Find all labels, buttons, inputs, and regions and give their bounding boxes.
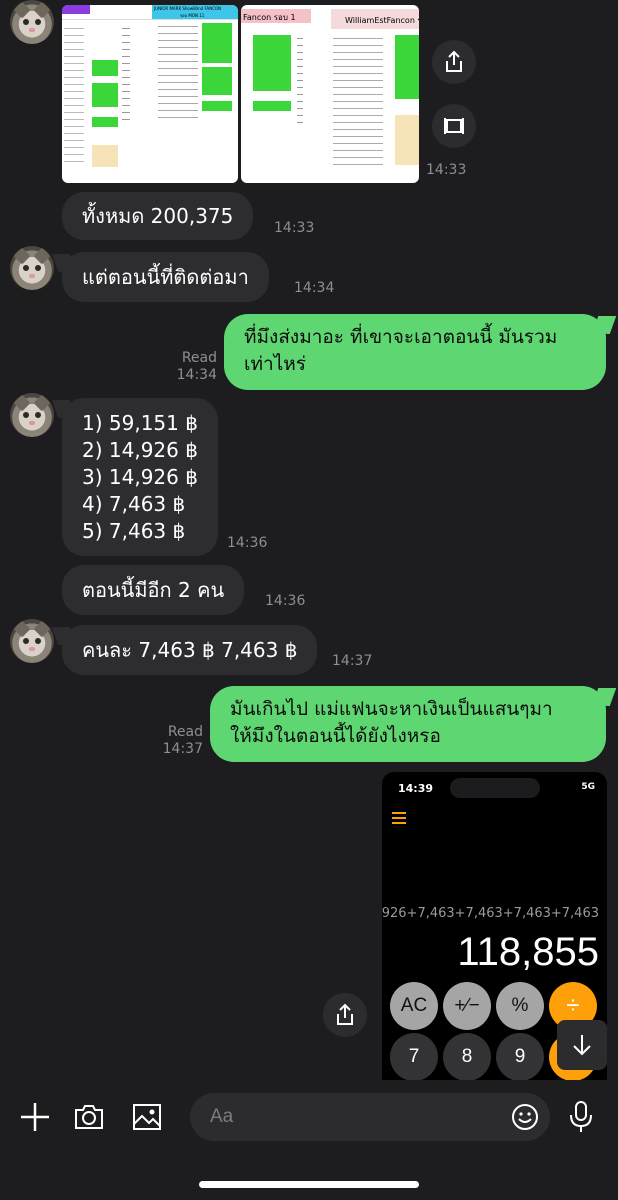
dynamic-island: [450, 778, 540, 798]
share-button[interactable]: [323, 993, 367, 1037]
avatar[interactable]: [10, 0, 54, 44]
list-icon: [392, 812, 406, 824]
input-bar: [0, 1080, 618, 1200]
list-item: 4) 7,463 ฿: [82, 491, 186, 516]
message-outgoing[interactable]: มันเกินไป แม่แฟนจะหาเงินเป็นแสนๆมา ให้มึ…: [210, 686, 606, 762]
spreadsheet-photo-1[interactable]: JUNIOR MARK ShowBlind FANCON รอบ MON 11: [62, 5, 238, 183]
message-time: 14:37: [332, 653, 373, 669]
message-incoming[interactable]: ตอนนี้มีอีก 2 คน: [62, 565, 245, 615]
message-text: ตอนนี้มีอีก 2 คน: [82, 577, 225, 602]
camera-icon: [75, 1105, 103, 1129]
message-total[interactable]: ทั้งหมด 200,375: [62, 192, 254, 240]
chat-area[interactable]: JUNIOR MARK ShowBlind FANCON รอบ MON 11 …: [0, 0, 618, 1080]
sheet-tab-1: Fancon รอบ 1: [243, 13, 296, 22]
share-icon: [446, 50, 462, 72]
microphone-icon: [570, 1101, 592, 1132]
photos-time: 14:33: [426, 162, 467, 178]
status-time: 14:39: [398, 782, 434, 795]
sheet-tab-2: WilliamEstFancon รอบ 2: [345, 16, 419, 25]
message-time: 14:36: [265, 593, 306, 609]
message-amount-list[interactable]: 1) 59,151 ฿ 2) 14,926 ฿ 3) 14,926 ฿ 4) 7…: [62, 398, 218, 556]
message-field[interactable]: [190, 1093, 550, 1141]
message-text: ทั้งหมด 200,375: [82, 203, 234, 228]
message-outgoing[interactable]: ที่มึงส่งมาอะ ที่เขาจะเอาตอนนี้ มันรวม เ…: [224, 314, 606, 390]
message-text: คนละ 7,463 ฿ 7,463 ฿: [82, 637, 298, 662]
message-text: แต่ตอนนี้ที่ติดต่อมา: [82, 264, 249, 289]
expand-button[interactable]: [432, 104, 476, 148]
avatar[interactable]: [10, 619, 54, 663]
list-item: 5) 7,463 ฿: [82, 518, 186, 543]
image-button[interactable]: [128, 1098, 166, 1136]
status-network: 5G: [581, 782, 595, 792]
list-item: 1) 59,151 ฿: [82, 410, 198, 435]
expand-icon: [444, 118, 464, 134]
scroll-down-button[interactable]: [557, 1020, 607, 1070]
list-item: 3) 14,926 ฿: [82, 464, 198, 489]
key-8[interactable]: 8: [443, 1033, 491, 1080]
camera-button[interactable]: [70, 1098, 108, 1136]
message-input[interactable]: [210, 1093, 490, 1141]
plus-icon: [21, 1103, 49, 1131]
message-incoming[interactable]: คนละ 7,463 ฿ 7,463 ฿: [62, 625, 318, 675]
add-button[interactable]: [16, 1098, 54, 1136]
read-receipt: Read 14:34: [176, 350, 217, 383]
message-text-line: ให้มึงในตอนนี้ได้ยังไงหรอ: [230, 725, 441, 747]
key-sign[interactable]: +∕−: [443, 982, 491, 1030]
message-incoming[interactable]: แต่ตอนนี้ที่ติดต่อมา: [62, 252, 269, 302]
message-time: 14:34: [294, 280, 335, 296]
avatar[interactable]: [10, 246, 54, 290]
avatar[interactable]: [10, 393, 54, 437]
chevron-down-icon: [573, 1035, 591, 1056]
image-icon: [133, 1104, 161, 1130]
emoji-button[interactable]: [508, 1100, 542, 1134]
spreadsheet-photo-2[interactable]: Fancon รอบ 1 WilliamEstFancon รอบ 2: [241, 5, 419, 183]
message-text-line: เท่าไหร่: [244, 353, 306, 375]
message-time: 14:36: [227, 535, 268, 551]
message-text-line: ที่มึงส่งมาอะ ที่เขาจะเอาตอนนี้ มันรวม: [244, 326, 558, 348]
read-receipt: Read 14:37: [162, 724, 203, 757]
sheet-subtitle: รอบ MON 11: [180, 13, 205, 18]
message-text-line: มันเกินไป แม่แฟนจะหาเงินเป็นแสนๆมา: [230, 698, 553, 720]
share-icon: [337, 1003, 353, 1025]
share-button[interactable]: [432, 40, 476, 84]
calc-expression: 4,926+7,463+7,463+7,463+7,463: [382, 906, 599, 921]
sheet-title: JUNIOR MARK ShowBlind FANCON: [154, 6, 222, 11]
list-item: 2) 14,926 ฿: [82, 437, 198, 462]
home-indicator: [199, 1181, 419, 1188]
microphone-button[interactable]: [562, 1098, 600, 1136]
key-clear[interactable]: AC: [390, 982, 438, 1030]
key-percent[interactable]: %: [496, 982, 544, 1030]
emoji-icon: [512, 1104, 538, 1130]
key-7[interactable]: 7: [390, 1033, 438, 1080]
calc-result: 118,855: [457, 930, 599, 974]
key-9[interactable]: 9: [496, 1033, 544, 1080]
message-time: 14:33: [274, 220, 315, 236]
